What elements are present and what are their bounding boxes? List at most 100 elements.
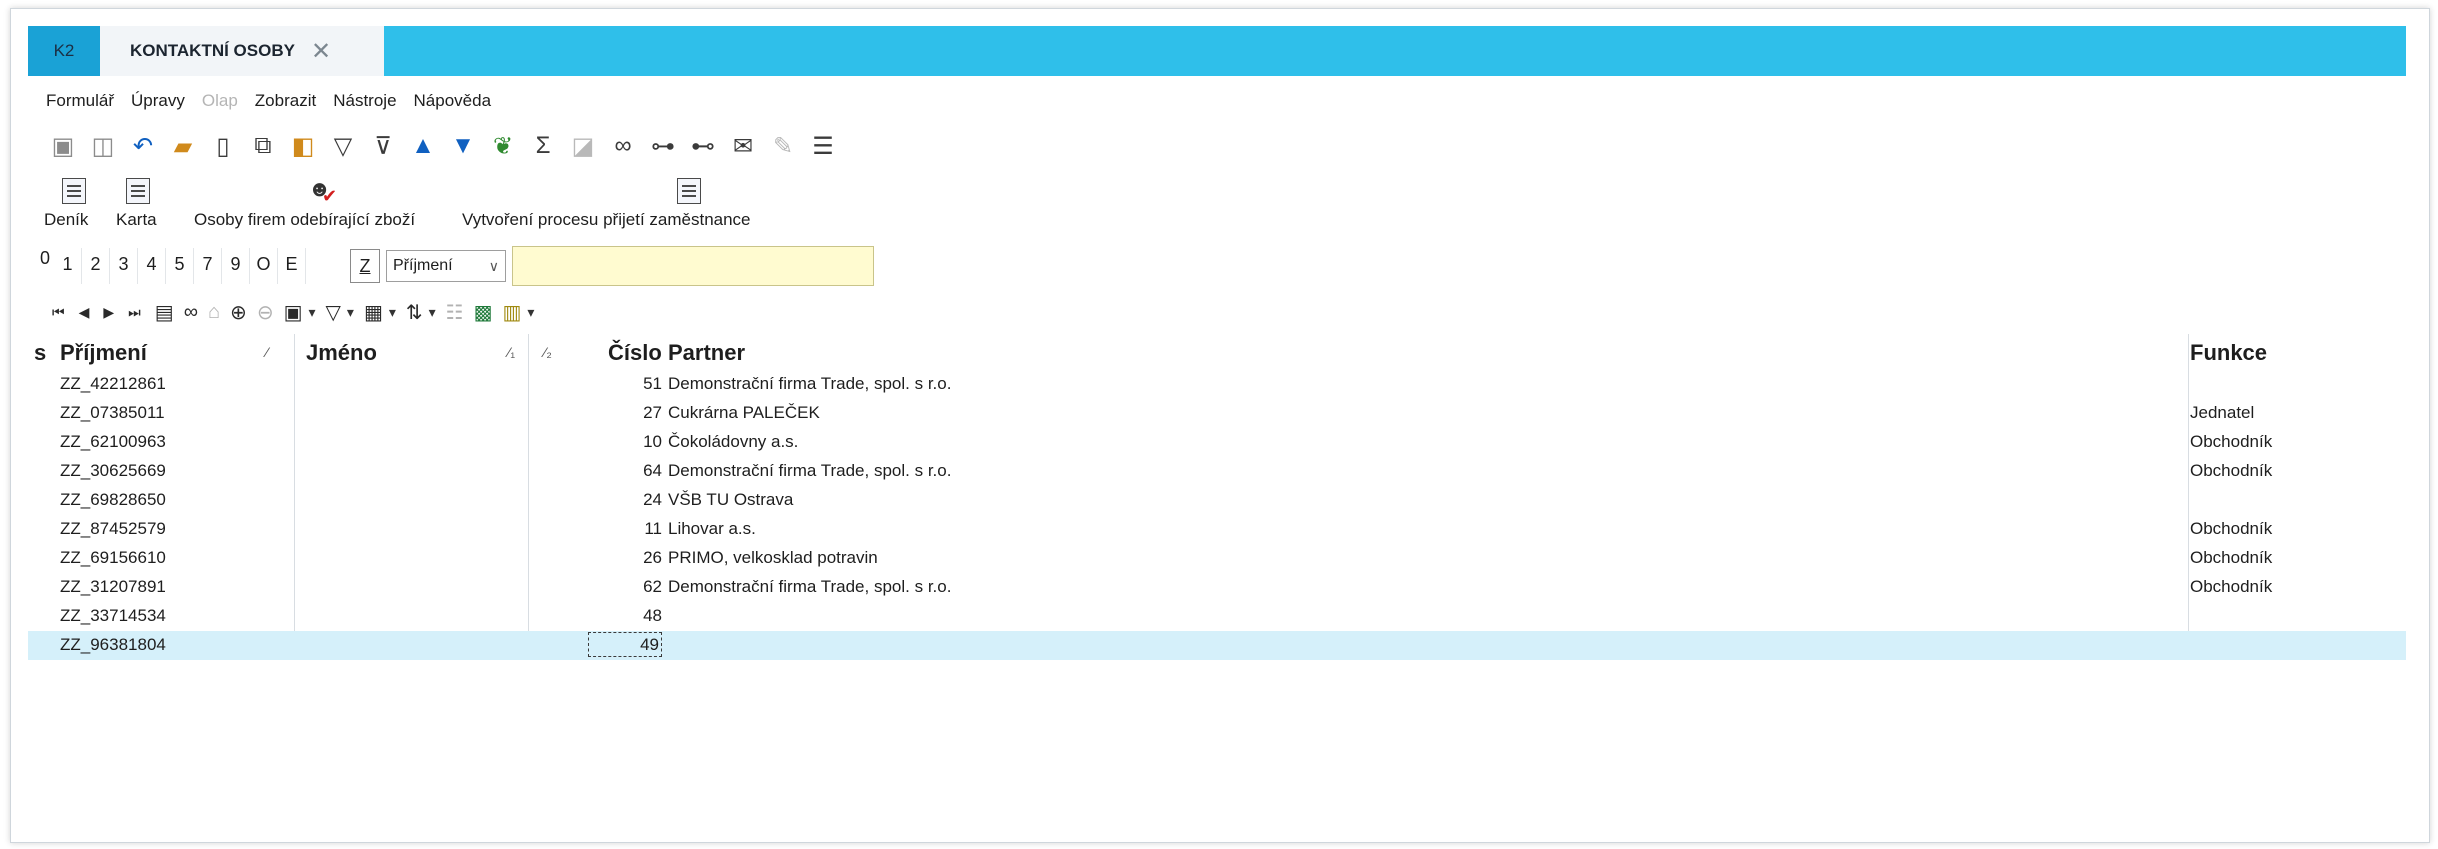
search-input[interactable]: [512, 246, 874, 286]
cell-partner[interactable]: Čokoládovny a.s.: [668, 432, 798, 452]
cell-cislo[interactable]: 11: [588, 519, 662, 539]
folder-icon[interactable]: ▣: [284, 296, 316, 328]
mail-icon[interactable]: ✉: [726, 129, 760, 163]
menu-napoveda[interactable]: Nápověda: [414, 91, 492, 111]
cell-partner[interactable]: Demonstrační firma Trade, spol. s r.o.: [668, 577, 951, 597]
filter-icon[interactable]: ▽: [326, 296, 354, 328]
cell-partner[interactable]: Cukrárna PALEČEK: [668, 403, 820, 423]
filter-tab-0[interactable]: 0: [36, 248, 54, 284]
header-partner[interactable]: Partner: [668, 340, 745, 366]
cell-prijmeni[interactable]: ZZ_69156610: [60, 548, 166, 568]
filter-tab-4[interactable]: 4: [138, 248, 166, 284]
undo-icon[interactable]: ↶: [126, 129, 160, 163]
cell-prijmeni[interactable]: ZZ_69828650: [60, 490, 166, 510]
cell-prijmeni[interactable]: ZZ_33714534: [60, 606, 166, 626]
cell-partner[interactable]: Lihovar a.s.: [668, 519, 756, 539]
cell-partner[interactable]: Demonstrační firma Trade, spol. s r.o.: [668, 374, 951, 394]
filter-tab-5[interactable]: 5: [166, 248, 194, 284]
cell-prijmeni[interactable]: ZZ_62100963: [60, 432, 166, 452]
filter-tab-7[interactable]: 7: [194, 248, 222, 284]
book-icon[interactable]: ◧: [286, 129, 320, 163]
cell-funkce[interactable]: Obchodník: [2190, 432, 2272, 452]
next-record-icon[interactable]: ▶: [103, 296, 114, 328]
filter-tab-3[interactable]: 3: [110, 248, 138, 284]
cell-funkce[interactable]: Obchodník: [2190, 519, 2272, 539]
filter-tab-2[interactable]: 2: [82, 248, 110, 284]
last-record-icon[interactable]: ⏭: [128, 296, 141, 328]
filter-tab-9[interactable]: 9: [222, 248, 250, 284]
cell-cislo[interactable]: 24: [588, 490, 662, 510]
open-folder-icon[interactable]: ▰: [166, 129, 200, 163]
cell-cislo[interactable]: 64: [588, 461, 662, 481]
filter-edit-icon[interactable]: ⊽: [366, 129, 400, 163]
table-row[interactable]: ZZ_07385011 27 Cukrárna PALEČEK Jednatel: [28, 399, 2406, 428]
z-button[interactable]: Z: [350, 249, 380, 283]
cell-funkce[interactable]: Jednatel: [2190, 403, 2254, 423]
hamburger-menu-icon[interactable]: ☰: [806, 129, 840, 163]
cell-prijmeni[interactable]: ZZ_30625669: [60, 461, 166, 481]
cell-cislo[interactable]: 26: [588, 548, 662, 568]
find-prev-icon[interactable]: ⊷: [686, 129, 720, 163]
filter-tab-o[interactable]: O: [250, 248, 278, 284]
copy-icon[interactable]: ⧉: [246, 129, 280, 163]
table-row[interactable]: ZZ_87452579 11 Lihovar a.s. Obchodník: [28, 515, 2406, 544]
header-cislo[interactable]: Číslo: [608, 340, 662, 366]
cell-cislo[interactable]: 27: [588, 403, 662, 423]
cell-cislo[interactable]: 62: [588, 577, 662, 597]
header-s[interactable]: s: [34, 340, 46, 366]
table-row[interactable]: ZZ_30625669 64 Demonstrační firma Trade, s…: [28, 457, 2406, 486]
header-funkce[interactable]: Funkce: [2190, 340, 2267, 366]
menu-formular[interactable]: Formulář: [46, 91, 114, 111]
header-jmeno[interactable]: Jméno: [306, 340, 377, 366]
arrow-up-icon[interactable]: ▲: [406, 129, 440, 163]
osoby-firem-button[interactable]: ☻ ✔ Osoby firem odebírající zboží: [194, 176, 438, 236]
binoculars-icon[interactable]: ∞: [184, 296, 198, 328]
tree-icon[interactable]: ❦: [486, 129, 520, 163]
find-next-icon[interactable]: ⊶: [646, 129, 680, 163]
cell-funkce[interactable]: Obchodník: [2190, 577, 2272, 597]
cell-cislo[interactable]: 49: [588, 632, 662, 657]
vytvoreni-procesu-button[interactable]: Vytvoření procesu přijetí zaměstnance: [462, 176, 854, 236]
new-document-icon[interactable]: ▯: [206, 129, 240, 163]
menu-zobrazit[interactable]: Zobrazit: [255, 91, 316, 111]
calculator-icon[interactable]: ▥: [503, 296, 535, 328]
cell-cislo[interactable]: 48: [588, 606, 662, 626]
menu-nastroje[interactable]: Nástroje: [333, 91, 396, 111]
sum-icon[interactable]: Σ: [526, 129, 560, 163]
filter-tab-e[interactable]: E: [278, 248, 306, 284]
columns-icon[interactable]: ▦: [364, 296, 396, 328]
cell-cislo[interactable]: 51: [588, 374, 662, 394]
cell-cislo[interactable]: 10: [588, 432, 662, 452]
close-icon[interactable]: ✕: [311, 37, 331, 66]
table-row[interactable]: ZZ_69156610 26 PRIMO, velkosklad potravin O…: [28, 544, 2406, 573]
table-row[interactable]: ZZ_96381804 49: [28, 631, 2406, 660]
table-row[interactable]: ZZ_69828650 24 VŠB TU Ostrava: [28, 486, 2406, 515]
prev-record-icon[interactable]: ◀: [79, 296, 90, 328]
binoculars-icon[interactable]: ∞: [606, 129, 640, 163]
cell-partner[interactable]: VŠB TU Ostrava: [668, 490, 793, 510]
cell-prijmeni[interactable]: ZZ_42212861: [60, 374, 166, 394]
hierarchy-add-icon[interactable]: ⊕: [230, 296, 247, 328]
search-field-select[interactable]: Příjmení ∨: [386, 250, 506, 282]
denik-button[interactable]: Deník: [44, 176, 104, 236]
filter-icon[interactable]: ▽: [326, 129, 360, 163]
cell-prijmeni[interactable]: ZZ_07385011: [60, 403, 165, 423]
table-row[interactable]: ZZ_62100963 10 Čokoládovny a.s. Obchodník: [28, 428, 2406, 457]
karta-button[interactable]: Karta: [116, 176, 176, 236]
arrow-down-icon[interactable]: ▼: [446, 129, 480, 163]
table-row[interactable]: ZZ_42212861 51 Demonstrační firma Trade, s…: [28, 370, 2406, 399]
table-row[interactable]: ZZ_33714534 48: [28, 602, 2406, 631]
menu-upravy[interactable]: Úpravy: [131, 91, 185, 111]
header-prijmeni[interactable]: Příjmení: [60, 340, 147, 366]
cell-prijmeni[interactable]: ZZ_96381804: [60, 635, 166, 655]
cell-prijmeni[interactable]: ZZ_31207891: [60, 577, 166, 597]
cell-funkce[interactable]: Obchodník: [2190, 548, 2272, 568]
table-row[interactable]: ZZ_31207891 62 Demonstrační firma Trade, s…: [28, 573, 2406, 602]
save-icon[interactable]: ▣: [46, 129, 80, 163]
sort-icon[interactable]: ⇅: [406, 296, 436, 328]
cell-partner[interactable]: Demonstrační firma Trade, spol. s r.o.: [668, 461, 951, 481]
cell-prijmeni[interactable]: ZZ_87452579: [60, 519, 166, 539]
tab-kontaktni-osoby[interactable]: KONTAKTNÍ OSOBY ✕: [100, 26, 384, 76]
report-icon[interactable]: ▤: [155, 296, 174, 328]
save-as-icon[interactable]: ◫: [86, 129, 120, 163]
